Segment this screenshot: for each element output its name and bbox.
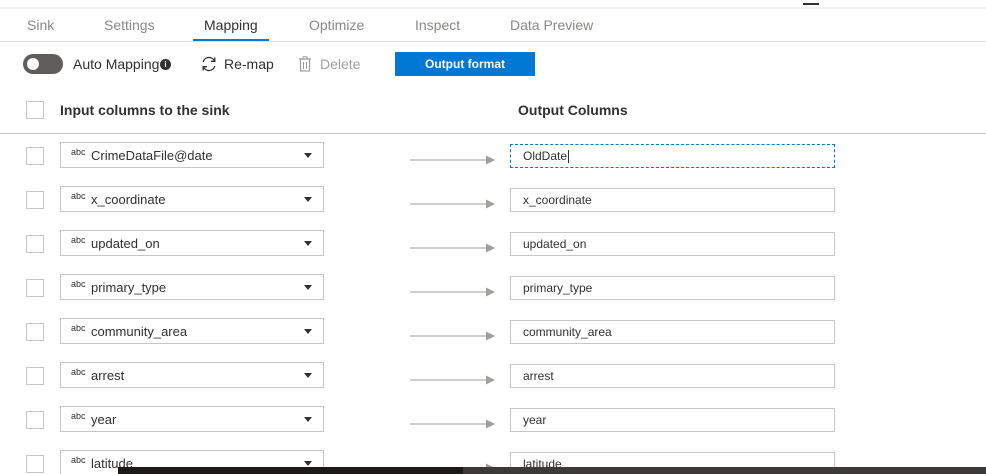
input-column-select[interactable]: abc primary_type <box>60 274 324 300</box>
mapping-row: abc x_coordinate x_coordinate <box>0 178 986 222</box>
mapping-row: abc primary_type primary_type <box>0 266 986 310</box>
remap-button[interactable]: Re-map <box>224 56 274 72</box>
output-column-field[interactable]: updated_on <box>510 232 835 256</box>
row-checkbox[interactable] <box>26 411 44 429</box>
tab-optimize[interactable]: Optimize <box>309 17 364 33</box>
mapping-arrow-icon <box>410 375 495 385</box>
row-checkbox[interactable] <box>26 235 44 253</box>
scrollbar-thumb[interactable] <box>118 467 463 474</box>
tab-mapping[interactable]: Mapping <box>204 17 258 33</box>
output-column-value: updated_on <box>523 237 587 251</box>
scrollbar-track <box>463 467 986 474</box>
chevron-down-icon <box>304 417 312 422</box>
chevron-down-icon <box>304 197 312 202</box>
mapping-arrow-icon <box>410 199 495 209</box>
input-columns-header: Input columns to the sink <box>60 102 230 118</box>
mapping-row: abc arrest arrest <box>0 354 986 398</box>
mapping-row: abc updated_on updated_on <box>0 222 986 266</box>
string-type-badge: abc <box>71 455 86 465</box>
output-column-value: year <box>523 413 547 427</box>
input-column-value: CrimeDataFile@date <box>91 148 213 163</box>
input-column-select[interactable]: abc updated_on <box>60 230 324 256</box>
mapping-arrow-icon <box>410 287 495 297</box>
string-type-badge: abc <box>71 147 86 157</box>
tab-settings[interactable]: Settings <box>104 17 155 33</box>
tab-inspect[interactable]: Inspect <box>415 17 460 33</box>
mapping-row: abc year year <box>0 398 986 442</box>
input-column-select[interactable]: abc CrimeDataFile@date <box>60 142 324 168</box>
output-column-field[interactable]: x_coordinate <box>510 188 835 212</box>
tab-data-preview[interactable]: Data Preview <box>510 17 593 33</box>
mapping-arrow-icon <box>410 155 495 165</box>
row-checkbox[interactable] <box>26 279 44 297</box>
string-type-badge: abc <box>71 323 86 333</box>
input-column-value: year <box>91 412 117 427</box>
row-checkbox[interactable] <box>26 191 44 209</box>
output-column-field[interactable]: primary_type <box>510 276 835 300</box>
info-icon[interactable]: i <box>160 59 171 70</box>
input-column-value: x_coordinate <box>91 192 166 207</box>
output-column-field[interactable]: arrest <box>510 364 835 388</box>
string-type-badge: abc <box>71 279 86 289</box>
input-column-value: updated_on <box>91 236 160 251</box>
chevron-down-icon <box>304 461 312 466</box>
text-caret <box>568 150 570 164</box>
output-column-field[interactable]: OldDate <box>510 144 835 168</box>
output-column-value: community_area <box>523 325 612 339</box>
delete-button[interactable]: Delete <box>320 56 360 72</box>
row-checkbox[interactable] <box>26 367 44 385</box>
row-checkbox[interactable] <box>26 455 44 473</box>
string-type-badge: abc <box>71 235 86 245</box>
output-column-value: x_coordinate <box>523 193 592 207</box>
tab-bar: Sink Settings Mapping Optimize Inspect D… <box>0 9 986 42</box>
toggle-knob <box>27 58 39 70</box>
row-checkbox[interactable] <box>26 323 44 341</box>
toolbar: Auto Mapping i Re-map Delete Output form… <box>0 42 986 86</box>
auto-mapping-toggle[interactable] <box>23 54 63 74</box>
input-column-value: arrest <box>91 368 125 383</box>
row-checkbox[interactable] <box>26 147 44 165</box>
string-type-badge: abc <box>71 411 86 421</box>
chevron-down-icon <box>304 373 312 378</box>
input-column-select[interactable]: abc arrest <box>60 362 324 388</box>
refresh-icon[interactable] <box>200 55 218 73</box>
active-tab-indicator <box>193 39 269 41</box>
output-format-button[interactable]: Output format <box>395 52 535 76</box>
chevron-down-icon <box>304 329 312 334</box>
input-column-select[interactable]: abc year <box>60 406 324 432</box>
input-column-select[interactable]: abc community_area <box>60 318 324 344</box>
trash-icon <box>299 56 311 72</box>
auto-mapping-label: Auto Mapping <box>73 56 160 72</box>
chevron-down-icon <box>304 241 312 246</box>
tab-sink[interactable]: Sink <box>27 17 54 33</box>
input-column-value: primary_type <box>91 280 167 295</box>
select-all-checkbox[interactable] <box>26 101 44 119</box>
mapping-arrow-icon <box>410 419 495 429</box>
top-strip <box>0 0 986 9</box>
mapping-arrow-icon <box>410 243 495 253</box>
mapping-row: abc community_area community_area <box>0 310 986 354</box>
output-column-value: OldDate <box>523 149 568 163</box>
output-columns-header: Output Columns <box>518 102 628 118</box>
mapping-header: Input columns to the sink Output Columns <box>0 86 986 134</box>
output-column-field[interactable]: community_area <box>510 320 835 344</box>
string-type-badge: abc <box>71 191 86 201</box>
chevron-down-icon <box>304 285 312 290</box>
output-column-value: arrest <box>523 369 554 383</box>
horizontal-scrollbar[interactable] <box>118 467 986 474</box>
mapping-arrow-icon <box>410 331 495 341</box>
output-column-field[interactable]: year <box>510 408 835 432</box>
input-column-value: community_area <box>91 324 188 339</box>
chevron-down-icon <box>304 153 312 158</box>
output-column-value: primary_type <box>523 281 593 295</box>
top-strip-mark <box>803 3 819 5</box>
string-type-badge: abc <box>71 367 86 377</box>
input-column-select[interactable]: abc x_coordinate <box>60 186 324 212</box>
mapping-row: abc CrimeDataFile@date OldDate <box>0 134 986 178</box>
